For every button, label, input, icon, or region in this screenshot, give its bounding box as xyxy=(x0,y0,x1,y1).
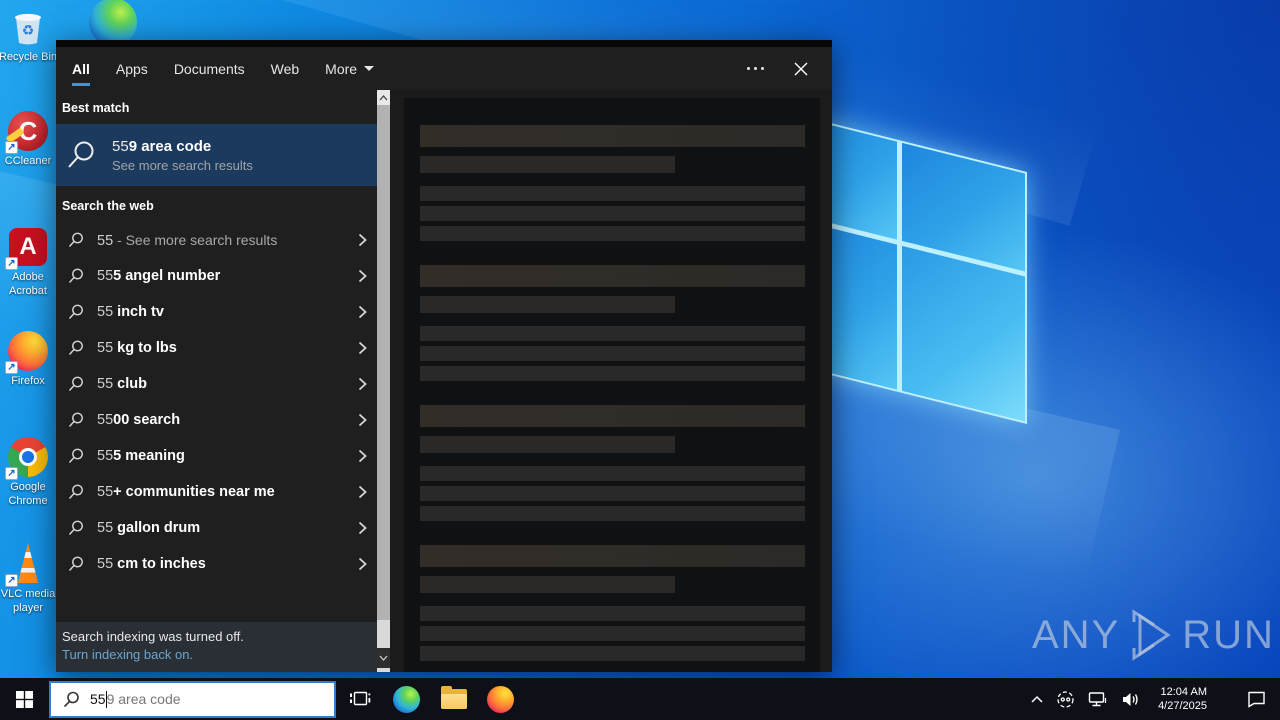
search-suggestion-text: 9 area code xyxy=(106,691,181,707)
web-search-result-row[interactable]: 55+ communities near me xyxy=(56,474,377,510)
preview-loading-skeleton xyxy=(404,98,820,672)
more-options-button[interactable] xyxy=(747,67,764,70)
tab-documents[interactable]: Documents xyxy=(174,47,245,90)
shortcut-arrow-icon: ↗ xyxy=(5,467,18,480)
tray-volume-icon[interactable] xyxy=(1119,678,1143,720)
search-the-web-header: Search the web xyxy=(62,199,154,213)
desktop-icon-label: Recycle Bin xyxy=(0,51,58,63)
acrobat-icon: A ↗ xyxy=(5,226,49,270)
web-search-result-row[interactable]: 555 angel number xyxy=(56,258,377,294)
close-button[interactable] xyxy=(794,62,808,76)
action-center-button[interactable] xyxy=(1245,678,1268,720)
web-search-result-row[interactable]: 55 inch tv xyxy=(56,294,377,330)
recycle-bin-icon: ♻ xyxy=(7,6,49,48)
taskbar: 55 9 area code 12:04 AM 4/27/2025 xyxy=(0,678,1280,720)
search-icon xyxy=(64,304,88,320)
scrollbar[interactable] xyxy=(377,90,390,672)
chevron-right-icon xyxy=(358,377,367,391)
web-search-result-row[interactable]: 55 gallon drum xyxy=(56,510,377,546)
watermark-any: ANY xyxy=(1032,612,1121,657)
web-search-result-row[interactable]: 5500 search xyxy=(56,402,377,438)
search-icon xyxy=(63,691,79,707)
chevron-right-icon xyxy=(358,305,367,319)
taskbar-search-input[interactable]: 55 9 area code xyxy=(49,680,336,718)
search-filter-tabs: All Apps Documents Web More xyxy=(56,47,832,90)
desktop-icon-label: Firefox xyxy=(11,375,45,387)
tray-show-hidden-icons[interactable] xyxy=(1029,678,1045,720)
search-results-list: Best match 559 area code See more search… xyxy=(56,90,377,672)
clock-date: 4/27/2025 xyxy=(1158,700,1207,712)
scroll-up-button[interactable] xyxy=(377,90,390,105)
tray-anyrun-agent-icon[interactable] xyxy=(1054,678,1077,720)
task-view-button[interactable] xyxy=(336,678,383,720)
search-icon xyxy=(64,556,88,572)
search-icon xyxy=(64,268,88,284)
search-icon xyxy=(64,412,88,428)
best-match-title: 559 area code xyxy=(112,137,212,155)
shortcut-arrow-icon: ↗ xyxy=(5,141,18,154)
scrollbar-thumb[interactable] xyxy=(377,105,390,620)
svg-text:♻: ♻ xyxy=(22,22,35,38)
shortcut-arrow-icon: ↗ xyxy=(5,361,18,374)
anyrun-watermark: ANY RUN xyxy=(1032,608,1275,662)
search-icon xyxy=(64,140,98,170)
tray-network-icon[interactable] xyxy=(1086,678,1110,720)
search-typed-text: 55 xyxy=(90,691,106,707)
chevron-right-icon xyxy=(358,521,367,535)
chevron-right-icon xyxy=(358,413,367,427)
search-flyout-window: All Apps Documents Web More Best match 5… xyxy=(56,40,832,672)
chevron-right-icon xyxy=(358,233,367,247)
search-icon xyxy=(64,448,88,464)
taskbar-firefox-icon[interactable] xyxy=(477,678,524,720)
chevron-down-icon xyxy=(364,66,375,71)
turn-indexing-on-link[interactable]: Turn indexing back on. xyxy=(62,647,377,662)
tab-all[interactable]: All xyxy=(72,47,90,90)
tab-web[interactable]: Web xyxy=(271,47,300,90)
web-search-result-row[interactable]: 55 - See more search results xyxy=(56,222,377,258)
shortcut-arrow-icon: ↗ xyxy=(5,574,18,587)
indexing-notice-text: Search indexing was turned off. xyxy=(62,629,244,644)
best-match-result[interactable]: 559 area code See more search results xyxy=(56,124,377,186)
chevron-right-icon xyxy=(358,269,367,283)
web-search-result-row[interactable]: 55 kg to lbs xyxy=(56,330,377,366)
web-search-result-row[interactable]: 55 club xyxy=(56,366,377,402)
vlc-icon: ↗ xyxy=(5,543,49,587)
panel-top-strip xyxy=(56,40,832,47)
chevron-right-icon xyxy=(358,341,367,355)
scroll-down-button[interactable] xyxy=(377,648,390,668)
chevron-right-icon xyxy=(358,557,367,571)
start-button[interactable] xyxy=(0,678,48,720)
taskbar-file-explorer-icon[interactable] xyxy=(430,678,477,720)
tab-apps[interactable]: Apps xyxy=(116,47,148,90)
search-icon xyxy=(64,232,88,248)
tray-clock[interactable]: 12:04 AM 4/27/2025 xyxy=(1158,685,1207,714)
search-icon xyxy=(64,520,88,536)
firefox-icon: ↗ xyxy=(5,330,49,374)
best-match-subtitle: See more search results xyxy=(112,157,253,173)
chrome-icon: ↗ xyxy=(5,436,49,480)
desktop-icon-label: CCleaner xyxy=(4,155,52,167)
search-icon xyxy=(64,484,88,500)
tab-more[interactable]: More xyxy=(325,47,375,90)
desktop-icon-label: Adobe Acrobat xyxy=(9,271,47,297)
clock-time: 12:04 AM xyxy=(1160,685,1207,698)
indexing-notice: Search indexing was turned off. Turn ind… xyxy=(56,622,377,672)
web-search-result-row[interactable]: 555 meaning xyxy=(56,438,377,474)
result-preview-pane xyxy=(390,90,832,672)
best-match-header: Best match xyxy=(62,101,130,115)
anyrun-logo-icon xyxy=(1132,609,1171,661)
chevron-right-icon xyxy=(358,485,367,499)
watermark-run: RUN xyxy=(1182,612,1275,657)
shortcut-arrow-icon: ↗ xyxy=(5,257,18,270)
taskbar-edge-icon[interactable] xyxy=(383,678,430,720)
search-icon xyxy=(64,376,88,392)
chevron-right-icon xyxy=(358,449,367,463)
search-icon xyxy=(64,340,88,356)
web-search-result-row[interactable]: 55 cm to inches xyxy=(56,546,377,582)
desktop-icon-label: VLC media player xyxy=(0,588,56,614)
desktop-icon-label: Google Chrome xyxy=(8,481,48,507)
ccleaner-icon: C ↗ xyxy=(5,110,49,154)
